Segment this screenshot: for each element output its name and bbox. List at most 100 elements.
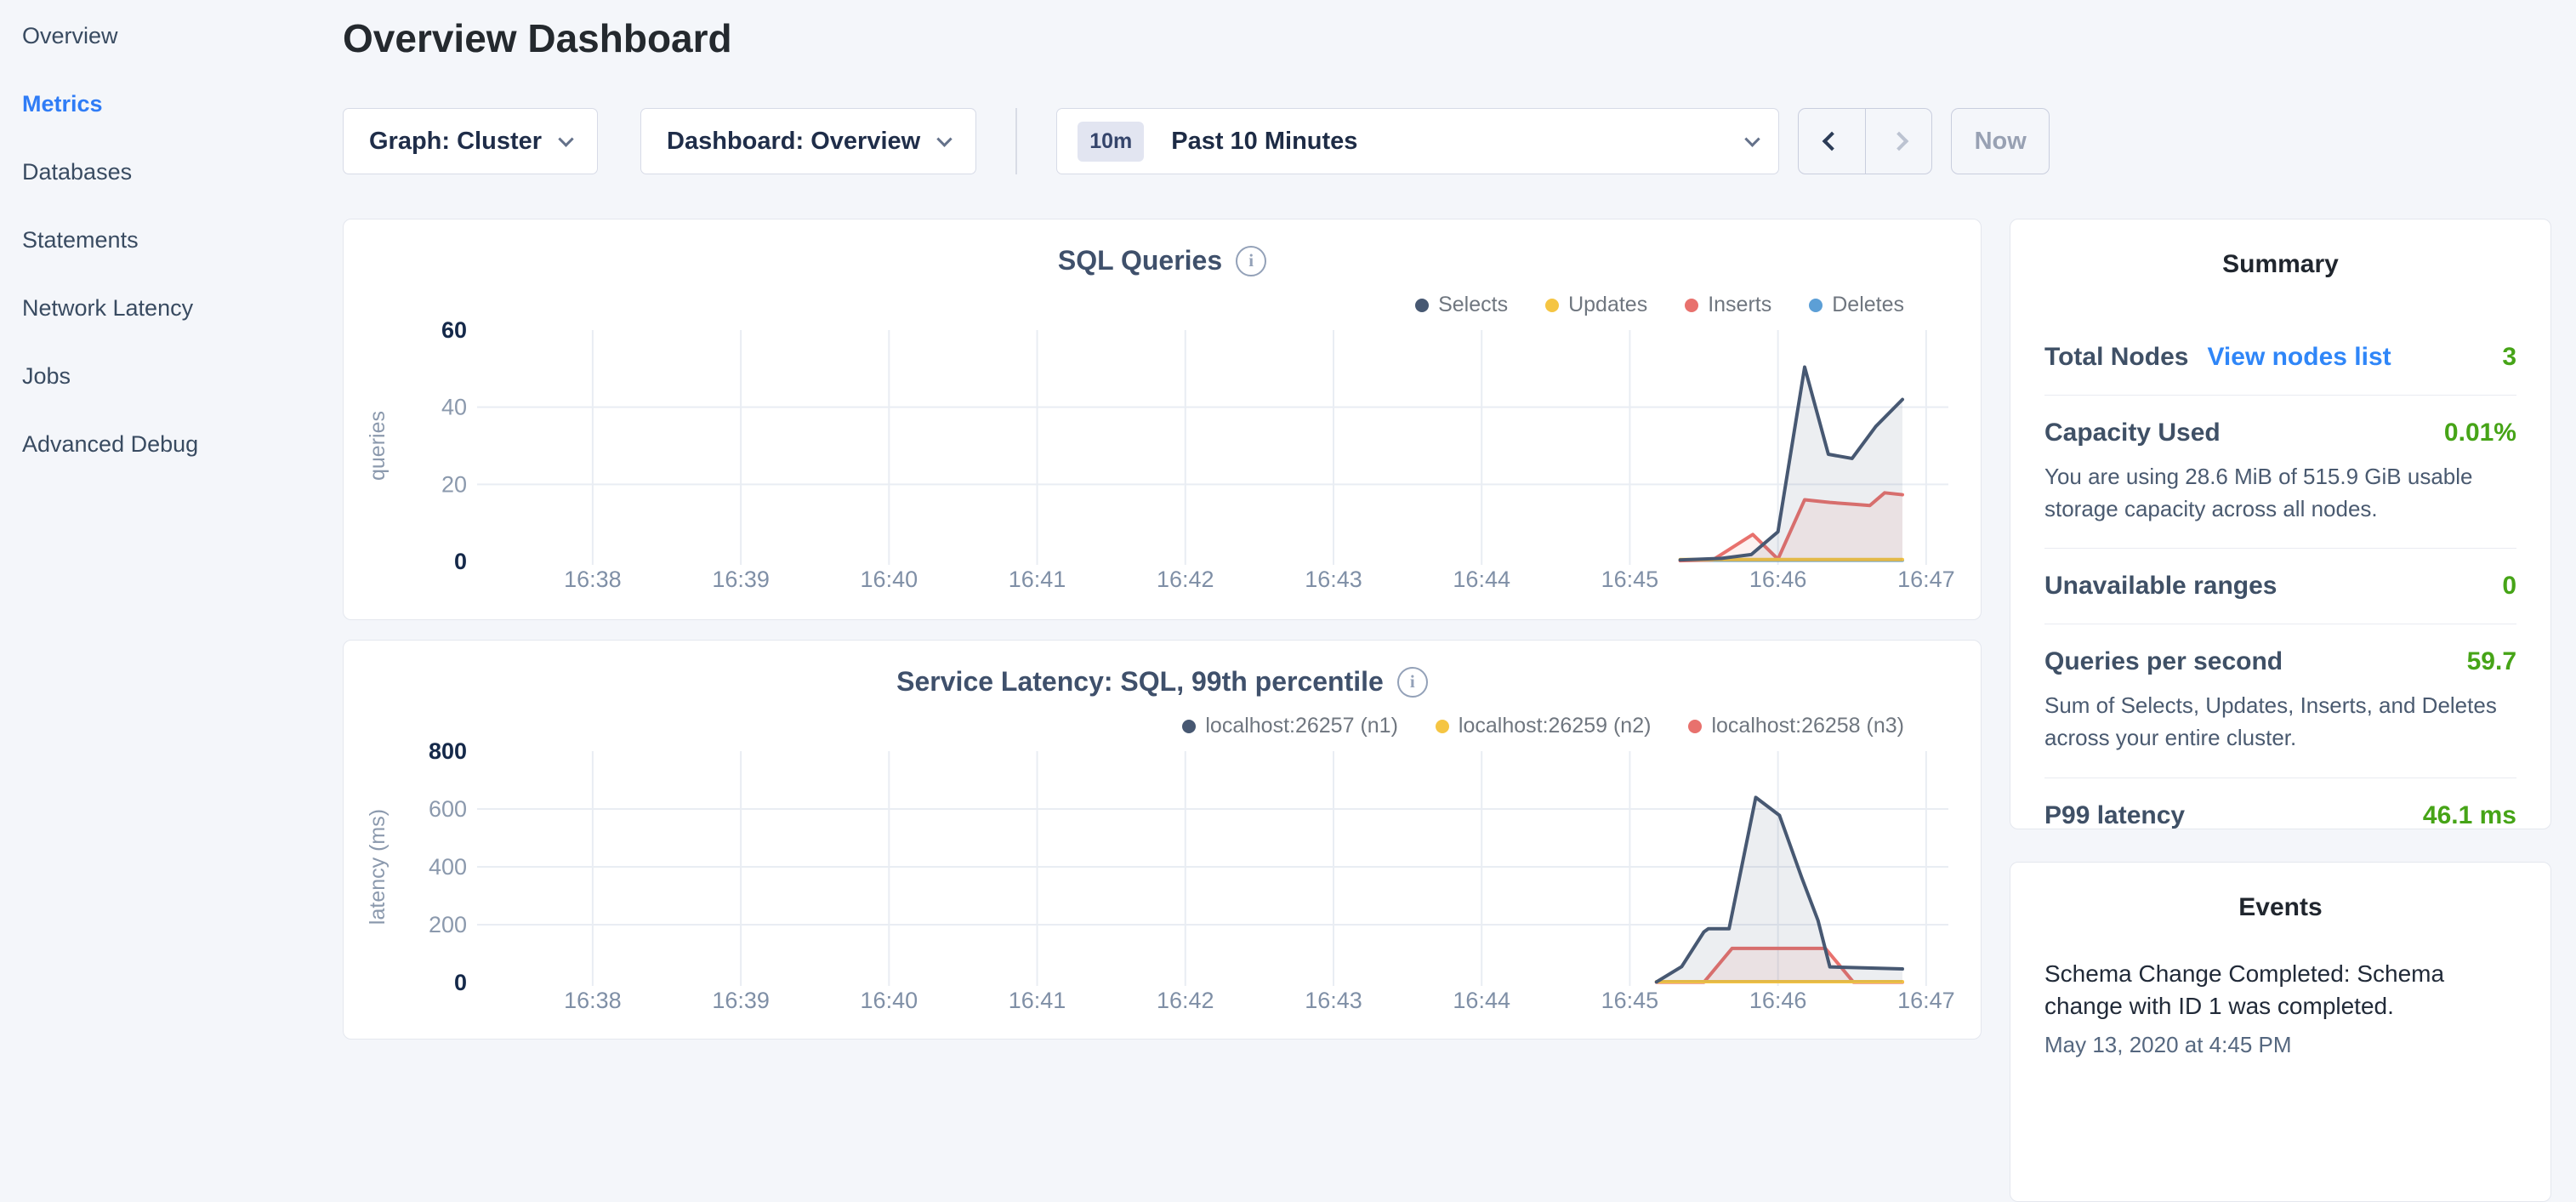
legend-dot <box>1415 299 1429 312</box>
summary-row-label: Capacity Used <box>2044 419 2221 447</box>
x-axis-tick-label: 16:41 <box>1009 567 1066 592</box>
x-axis-tick-label: 16:47 <box>1897 567 1955 592</box>
y-axis-tick-label: 800 <box>429 743 467 764</box>
x-axis-tick-label: 16:40 <box>861 988 918 1013</box>
summary-row-label: Total Nodes <box>2044 343 2188 372</box>
chart-legend: localhost:26257 (n1) localhost:26259 (n2)… <box>1182 714 1904 738</box>
graph-dropdown-label: Graph: Cluster <box>369 128 542 156</box>
x-axis-tick-label: 16:46 <box>1749 988 1807 1013</box>
event-item[interactable]: Schema Change Completed: Schema change w… <box>2010 958 2550 1058</box>
info-icon[interactable]: i <box>1236 246 1266 276</box>
chart-legend: Selects Updates Inserts Deletes <box>1415 293 1904 317</box>
legend-item-localhost-26258-n3[interactable]: localhost:26258 (n3) <box>1688 714 1904 738</box>
legend-item-localhost-26259-n2[interactable]: localhost:26259 (n2) <box>1436 714 1652 738</box>
summary-row-label: Unavailable ranges <box>2044 572 2277 601</box>
sql-queries-card: SQL Queries i Selects Updates Inserts Delet… <box>343 219 1982 620</box>
events-panel: Events Schema Change Completed: Schema c… <box>2010 862 2551 1202</box>
sidebar-item-metrics[interactable]: Metrics <box>22 70 340 138</box>
legend-item-selects[interactable]: Selects <box>1415 293 1508 317</box>
sidebar-item-jobs[interactable]: Jobs <box>22 342 340 410</box>
legend-item-updates[interactable]: Updates <box>1545 293 1647 317</box>
legend-item-inserts[interactable]: Inserts <box>1685 293 1771 317</box>
series-area-selects <box>1680 367 1902 561</box>
series-area-localhost-26257-n1 <box>1657 797 1902 983</box>
info-icon[interactable]: i <box>1397 667 1428 698</box>
x-axis-tick-label: 16:38 <box>564 988 622 1013</box>
next-time-button[interactable] <box>1865 109 1931 174</box>
service-latency-card: Service Latency: SQL, 99th percentile i … <box>343 640 1982 1040</box>
chart-title: SQL Queries <box>1058 245 1222 276</box>
graph-dropdown[interactable]: Graph: Cluster <box>343 108 598 174</box>
x-axis-tick-label: 16:39 <box>712 988 770 1013</box>
x-axis-tick-label: 16:47 <box>1897 988 1955 1013</box>
summary-panel: Summary Total Nodes View nodes list 3 Capac… <box>2010 219 2551 829</box>
summary-row-value: 0 <box>2502 572 2516 601</box>
x-axis-tick-label: 16:45 <box>1601 988 1659 1013</box>
summary-row-label: P99 latency <box>2044 801 2185 830</box>
toolbar-divider <box>1015 108 1017 174</box>
y-axis-tick-label: 20 <box>441 471 467 497</box>
time-window-dropdown[interactable]: 10m Past 10 Minutes <box>1056 108 1779 174</box>
chevron-left-icon <box>1823 132 1842 151</box>
summary-title: Summary <box>2010 250 2550 279</box>
summary-row-label: Queries per second <box>2044 647 2283 676</box>
legend-label: Deletes <box>1832 293 1904 317</box>
now-button-label: Now <box>1975 128 2027 156</box>
legend-label: localhost:26258 (n3) <box>1711 714 1904 738</box>
y-axis-unit-label: latency (ms) <box>366 809 390 925</box>
legend-item-localhost-26257-n1[interactable]: localhost:26257 (n1) <box>1182 714 1398 738</box>
dashboard-dropdown[interactable]: Dashboard: Overview <box>640 108 976 174</box>
x-axis-tick-label: 16:44 <box>1453 567 1510 592</box>
x-axis-tick-label: 16:45 <box>1601 567 1659 592</box>
legend-dot <box>1688 720 1702 733</box>
legend-dot <box>1545 299 1559 312</box>
x-axis-tick-label: 16:46 <box>1749 567 1807 592</box>
chevron-down-icon <box>558 131 573 146</box>
legend-label: localhost:26257 (n1) <box>1205 714 1398 738</box>
y-axis-tick-label: 400 <box>429 854 467 880</box>
chart-title: Service Latency: SQL, 99th percentile <box>896 666 1384 698</box>
summary-row-unavailable-ranges: Unavailable ranges 0 <box>2044 549 2516 624</box>
legend-dot <box>1436 720 1449 733</box>
summary-row-description: You are using 28.6 MiB of 515.9 GiB usab… <box>2044 461 2516 525</box>
sidebar-item-overview[interactable]: Overview <box>22 2 340 70</box>
y-axis-tick-label: 200 <box>429 912 467 937</box>
toolbar: Graph: Cluster Dashboard: Overview 10m P… <box>343 108 2050 174</box>
prev-time-button[interactable] <box>1799 109 1865 174</box>
sidebar-item-advanced-debug[interactable]: Advanced Debug <box>22 410 340 478</box>
time-pager <box>1798 108 1932 174</box>
summary-row-p99-latency: P99 latency46.1 ms <box>2044 778 2516 853</box>
legend-dot <box>1809 299 1823 312</box>
event-timestamp: May 13, 2020 at 4:45 PM <box>2044 1032 2516 1058</box>
sql-queries-chart: 16:3816:3916:4016:4116:4216:4316:4416:45… <box>344 322 1976 619</box>
sidebar-item-databases[interactable]: Databases <box>22 138 340 206</box>
x-axis-tick-label: 16:43 <box>1305 567 1362 592</box>
legend-item-deletes[interactable]: Deletes <box>1809 293 1904 317</box>
y-axis-tick-label: 600 <box>429 796 467 822</box>
x-axis-tick-label: 16:40 <box>861 567 918 592</box>
legend-dot <box>1182 720 1196 733</box>
x-axis-tick-label: 16:44 <box>1453 988 1510 1013</box>
summary-row-value: 3 <box>2502 343 2516 372</box>
now-button[interactable]: Now <box>1951 108 2050 174</box>
sidebar: OverviewMetricsDatabasesStatementsNetwor… <box>0 0 340 1051</box>
summary-row-capacity-used: Capacity Used 0.01% You are using 28.6 MiB… <box>2044 396 2516 549</box>
chevron-right-icon <box>1889 132 1908 151</box>
chevron-down-icon <box>936 131 952 146</box>
y-axis-tick-label: 0 <box>454 970 467 995</box>
x-axis-tick-label: 16:38 <box>564 567 622 592</box>
y-axis-unit-label: queries <box>366 411 390 481</box>
time-window-badge: 10m <box>1078 122 1144 162</box>
summary-row-value: 59.7 <box>2467 647 2516 676</box>
legend-label: Selects <box>1438 293 1508 317</box>
summary-row-value: 0.01% <box>2444 419 2516 447</box>
view-nodes-link[interactable]: View nodes list <box>2207 343 2391 372</box>
y-axis-tick-label: 0 <box>454 549 467 574</box>
time-window-label: Past 10 Minutes <box>1171 128 1747 156</box>
sidebar-item-network-latency[interactable]: Network Latency <box>22 274 340 342</box>
chevron-down-icon <box>1744 131 1760 146</box>
sidebar-item-statements[interactable]: Statements <box>22 206 340 274</box>
dashboard-dropdown-label: Dashboard: Overview <box>667 128 920 156</box>
legend-label: Inserts <box>1708 293 1771 317</box>
events-title: Events <box>2010 893 2550 922</box>
